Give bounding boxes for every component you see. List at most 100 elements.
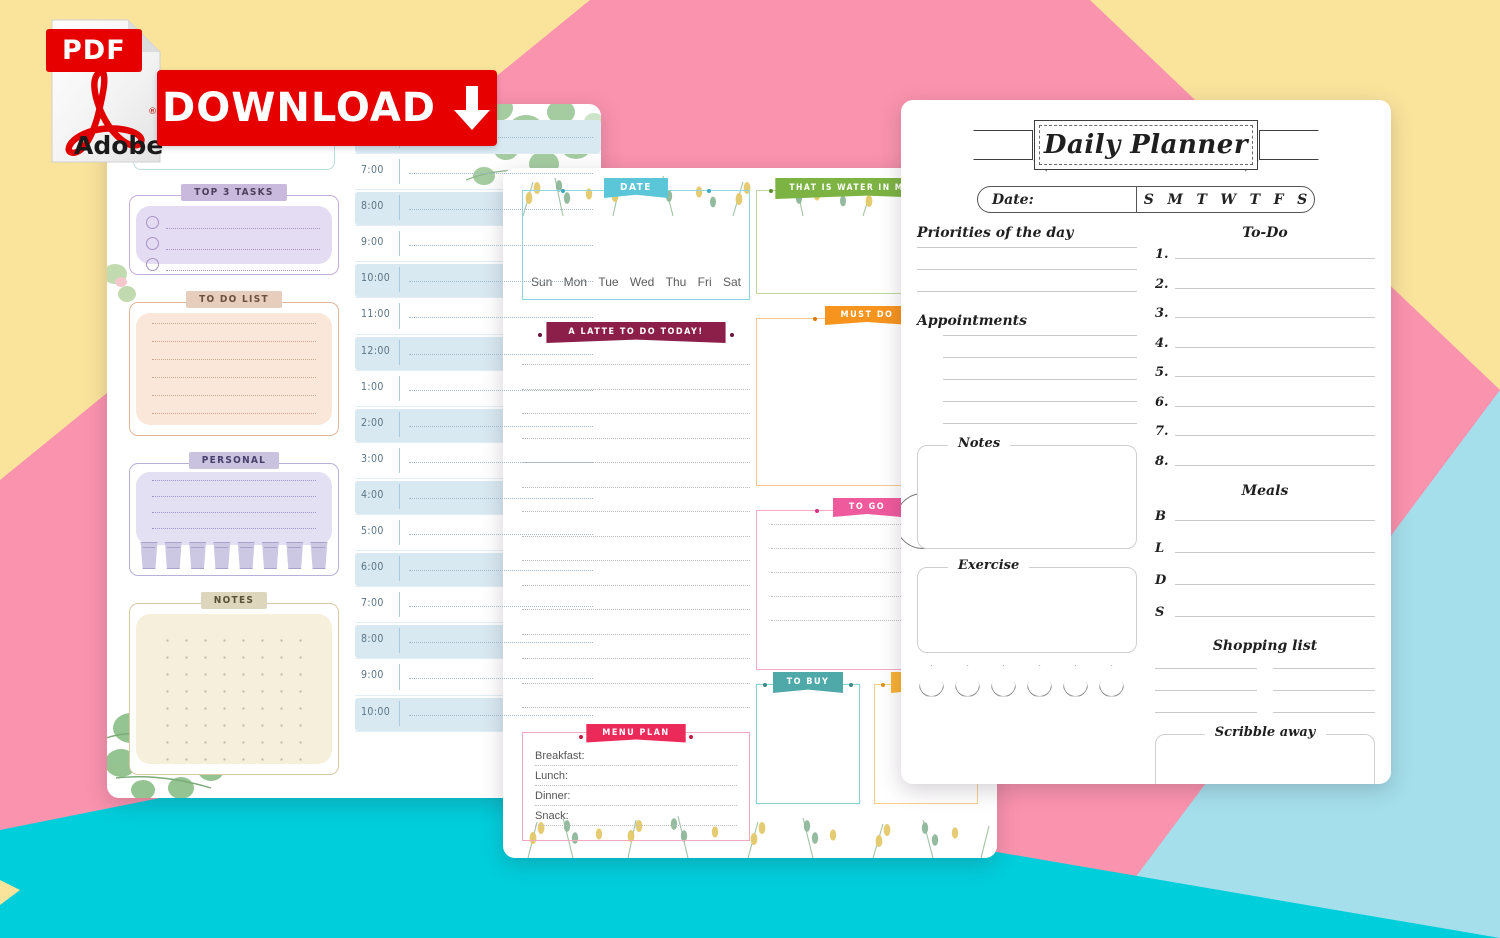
priority-line[interactable]: [917, 291, 1137, 292]
dot-grid-area[interactable]: [154, 628, 314, 762]
water-glass-icon[interactable]: [164, 542, 182, 569]
priority-line[interactable]: [917, 269, 1137, 270]
hour-writing-line[interactable]: [409, 497, 593, 499]
meal-row[interactable]: B: [1155, 509, 1375, 524]
todo-row[interactable]: 6.: [1155, 395, 1375, 410]
latte-to-do-lines[interactable]: [522, 364, 750, 708]
todo-writing-line[interactable]: [1175, 435, 1375, 436]
shopping-writing-line[interactable]: [1273, 668, 1375, 669]
hour-writing-line[interactable]: [409, 534, 593, 536]
appointments-lines[interactable]: [943, 335, 1137, 424]
writing-line[interactable]: [522, 364, 750, 365]
scribble-away-box[interactable]: Scribble away: [1155, 725, 1375, 784]
todo-row[interactable]: 2.: [1155, 277, 1375, 292]
checkbox-circle-icon[interactable]: [146, 216, 159, 229]
menu-row-dinner[interactable]: Dinner:: [535, 790, 737, 806]
personal-body[interactable]: [129, 463, 339, 576]
shopping-row[interactable]: [1155, 712, 1375, 713]
hour-writing-line[interactable]: [409, 353, 593, 355]
notes-fieldbox[interactable]: Notes: [917, 436, 1137, 549]
meal-row[interactable]: S: [1155, 605, 1375, 620]
writing-line[interactable]: [152, 512, 316, 513]
checkbox-circle-icon[interactable]: [146, 258, 159, 271]
task-row[interactable]: [140, 212, 328, 233]
priority-line[interactable]: [917, 247, 1137, 248]
hour-writing-line[interactable]: [409, 461, 593, 463]
shopping-row[interactable]: [1155, 668, 1375, 669]
writing-line[interactable]: [522, 560, 750, 561]
menu-writing-line[interactable]: [535, 804, 737, 806]
todo-row[interactable]: 4.: [1155, 336, 1375, 351]
hour-writing-line[interactable]: [409, 642, 593, 644]
appointment-line[interactable]: [943, 379, 1137, 380]
to-buy-box[interactable]: TO BUY: [756, 672, 860, 804]
task-row[interactable]: [140, 254, 328, 275]
shopping-writing-line[interactable]: [1155, 712, 1257, 713]
shopping-writing-line[interactable]: [1155, 690, 1257, 691]
menu-plan-box[interactable]: MENU PLAN Breakfast: Lunch: Dinner: Snac…: [522, 723, 750, 841]
weekday-thu[interactable]: Thu: [666, 275, 687, 289]
writing-line[interactable]: [152, 341, 316, 342]
date-bar[interactable]: Date: S M T W T F S: [977, 186, 1315, 213]
writing-line[interactable]: [522, 535, 750, 537]
menu-writing-line[interactable]: [535, 824, 737, 826]
writing-line[interactable]: [152, 377, 316, 378]
meal-writing-line[interactable]: [1175, 616, 1375, 617]
hour-writing-line[interactable]: [409, 389, 593, 391]
todo-writing-line[interactable]: [1175, 376, 1375, 377]
writing-line[interactable]: [152, 496, 316, 497]
water-drop-tracker[interactable]: [917, 665, 1137, 697]
meals-list[interactable]: B L D S: [1155, 509, 1375, 620]
writing-line[interactable]: [522, 486, 750, 488]
meal-row[interactable]: L: [1155, 541, 1375, 556]
notes-body[interactable]: [129, 603, 339, 775]
water-drop-icon[interactable]: [1027, 665, 1052, 697]
writing-line[interactable]: [152, 359, 316, 360]
priorities-lines[interactable]: [917, 247, 1137, 292]
writing-line[interactable]: [152, 395, 316, 396]
writing-line[interactable]: [152, 480, 316, 481]
water-drop-icon[interactable]: [1099, 665, 1124, 697]
weekday-tue[interactable]: Tue: [598, 275, 618, 289]
to-do-list-body[interactable]: [129, 302, 339, 436]
todo-row[interactable]: 3.: [1155, 306, 1375, 321]
task-writing-line[interactable]: [166, 270, 320, 271]
todo-writing-line[interactable]: [1175, 317, 1375, 318]
water-glass-icon[interactable]: [310, 542, 328, 569]
weekday-wed[interactable]: Wed: [630, 275, 654, 289]
writing-line[interactable]: [522, 707, 750, 708]
hour-writing-line[interactable]: [409, 245, 593, 247]
menu-row-lunch[interactable]: Lunch:: [535, 770, 737, 786]
appointment-line[interactable]: [943, 335, 1137, 336]
writing-line[interactable]: [522, 413, 750, 414]
meal-row[interactable]: D: [1155, 573, 1375, 588]
todo-numbered-list[interactable]: 1. 2. 3. 4. 5. 6. 7. 8.: [1155, 247, 1375, 469]
weekday-sat[interactable]: Sat: [723, 275, 741, 289]
hour-writing-line[interactable]: [409, 570, 593, 572]
hour-writing-line[interactable]: [409, 317, 593, 319]
weekday-initial-t2[interactable]: T: [1250, 192, 1260, 208]
menu-writing-line[interactable]: [535, 764, 737, 766]
writing-line[interactable]: [522, 682, 750, 684]
task-row[interactable]: [140, 233, 328, 254]
shopping-list-grid[interactable]: [1155, 668, 1375, 713]
task-writing-line[interactable]: [166, 228, 320, 229]
water-glass-tracker[interactable]: [139, 542, 329, 569]
weekday-initial-m[interactable]: M: [1167, 192, 1183, 208]
weekday-initial-w[interactable]: W: [1220, 192, 1236, 208]
weekday-initials-row[interactable]: S M T W T F S: [1137, 192, 1314, 208]
water-glass-icon[interactable]: [262, 542, 279, 569]
weekday-initial-s1[interactable]: S: [1144, 192, 1154, 208]
todo-row[interactable]: 1.: [1155, 247, 1375, 262]
meal-writing-line[interactable]: [1175, 520, 1375, 521]
todo-writing-line[interactable]: [1175, 405, 1375, 407]
weekday-fri[interactable]: Fri: [698, 275, 712, 289]
pdf-file-badge[interactable]: ® Adobe PDF: [46, 16, 164, 166]
water-glass-icon[interactable]: [213, 542, 231, 569]
exercise-fieldbox[interactable]: Exercise: [917, 558, 1137, 653]
checkbox-circle-icon[interactable]: [146, 237, 159, 250]
shopping-writing-line[interactable]: [1155, 668, 1257, 669]
menu-row-snack[interactable]: Snack:: [535, 810, 737, 826]
shopping-writing-line[interactable]: [1273, 712, 1375, 713]
weekday-initial-t1[interactable]: T: [1196, 192, 1206, 208]
